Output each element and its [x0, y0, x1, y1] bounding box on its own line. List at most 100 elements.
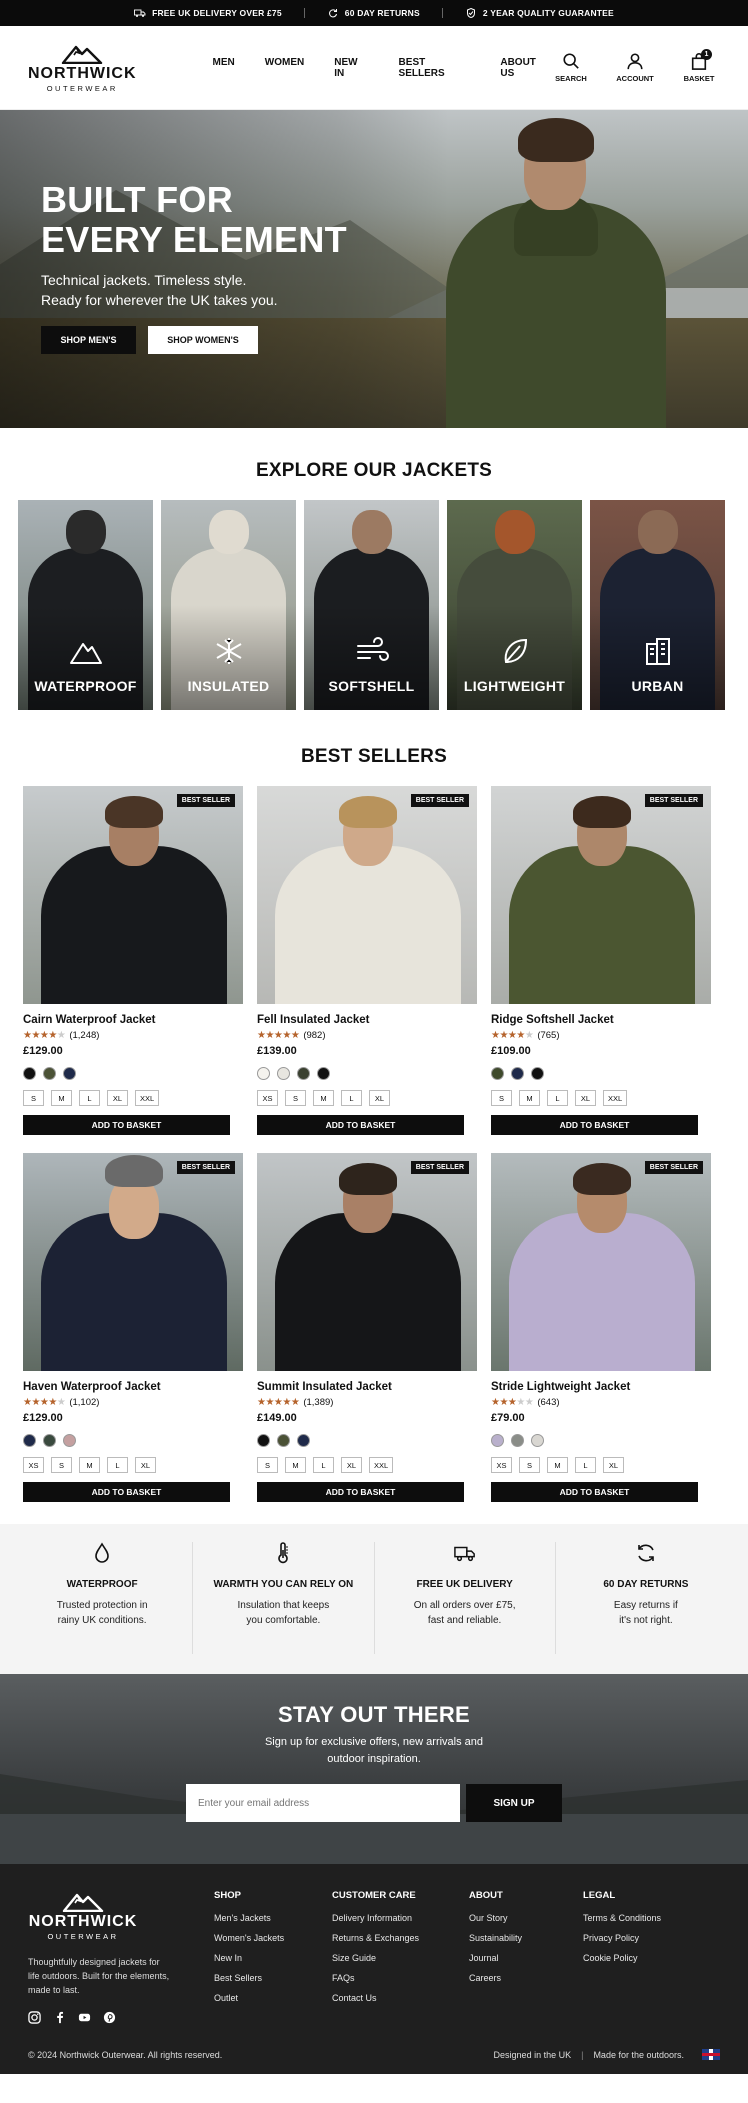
- footer-link[interactable]: Journal: [469, 1953, 583, 1963]
- product-card[interactable]: BEST SELLER Fell Insulated Jacket ★★★★★ …: [257, 786, 477, 1135]
- nav-new-in[interactable]: NEW IN: [334, 57, 368, 79]
- size-option[interactable]: L: [79, 1090, 100, 1106]
- product-name[interactable]: Ridge Softshell Jacket: [491, 1014, 711, 1026]
- product-image[interactable]: BEST SELLER: [257, 786, 477, 1004]
- product-image[interactable]: BEST SELLER: [491, 786, 711, 1004]
- size-option[interactable]: S: [519, 1457, 540, 1473]
- color-swatch[interactable]: [277, 1434, 290, 1447]
- product-image[interactable]: BEST SELLER: [491, 1153, 711, 1371]
- nav-men[interactable]: MEN: [213, 57, 235, 79]
- footer-link[interactable]: Size Guide: [332, 1953, 469, 1963]
- category-softshell[interactable]: SOFTSHELL: [304, 500, 439, 710]
- size-option[interactable]: XL: [575, 1090, 596, 1106]
- size-option[interactable]: S: [491, 1090, 512, 1106]
- size-option[interactable]: XXL: [369, 1457, 394, 1473]
- nav-women[interactable]: WOMEN: [265, 57, 304, 79]
- color-swatch[interactable]: [63, 1434, 76, 1447]
- category-insulated[interactable]: INSULATED: [161, 500, 296, 710]
- product-card[interactable]: BEST SELLER Haven Waterproof Jacket ★★★★…: [23, 1153, 243, 1502]
- size-option[interactable]: L: [341, 1090, 362, 1106]
- product-card[interactable]: BEST SELLER Summit Insulated Jacket ★★★★…: [257, 1153, 477, 1502]
- nav-about-us[interactable]: ABOUT US: [500, 57, 550, 79]
- color-swatch[interactable]: [511, 1067, 524, 1080]
- footer-link[interactable]: Cookie Policy: [583, 1953, 661, 1963]
- size-option[interactable]: L: [575, 1457, 596, 1473]
- product-image[interactable]: BEST SELLER: [23, 1153, 243, 1371]
- size-option[interactable]: S: [257, 1457, 278, 1473]
- category-lightweight[interactable]: LIGHTWEIGHT: [447, 500, 582, 710]
- size-option[interactable]: S: [51, 1457, 72, 1473]
- size-option[interactable]: XL: [107, 1090, 128, 1106]
- footer-link[interactable]: Delivery Information: [332, 1913, 469, 1923]
- size-option[interactable]: M: [519, 1090, 540, 1106]
- color-swatch[interactable]: [257, 1434, 270, 1447]
- product-name[interactable]: Summit Insulated Jacket: [257, 1381, 477, 1393]
- size-option[interactable]: XS: [23, 1457, 44, 1473]
- size-option[interactable]: M: [547, 1457, 568, 1473]
- add-to-basket-button[interactable]: ADD TO BASKET: [491, 1115, 698, 1135]
- product-image[interactable]: BEST SELLER: [23, 786, 243, 1004]
- size-option[interactable]: M: [313, 1090, 334, 1106]
- size-option[interactable]: XL: [603, 1457, 624, 1473]
- sign-up-button[interactable]: SIGN UP: [466, 1784, 562, 1822]
- footer-link[interactable]: Men's Jackets: [214, 1913, 332, 1923]
- product-name[interactable]: Haven Waterproof Jacket: [23, 1381, 243, 1393]
- footer-link[interactable]: Terms & Conditions: [583, 1913, 661, 1923]
- footer-link[interactable]: FAQs: [332, 1973, 469, 1983]
- footer-link[interactable]: Our Story: [469, 1913, 583, 1923]
- size-option[interactable]: M: [79, 1457, 100, 1473]
- product-card[interactable]: BEST SELLER Stride Lightweight Jacket ★★…: [491, 1153, 711, 1502]
- color-swatch[interactable]: [297, 1067, 310, 1080]
- color-swatch[interactable]: [531, 1434, 544, 1447]
- footer-link[interactable]: Contact Us: [332, 1993, 469, 2003]
- add-to-basket-button[interactable]: ADD TO BASKET: [23, 1115, 230, 1135]
- footer-link[interactable]: Returns & Exchanges: [332, 1933, 469, 1943]
- add-to-basket-button[interactable]: ADD TO BASKET: [23, 1482, 230, 1502]
- size-option[interactable]: M: [51, 1090, 72, 1106]
- footer-link[interactable]: Outlet: [214, 1993, 332, 2003]
- size-option[interactable]: XL: [135, 1457, 156, 1473]
- account-button[interactable]: ACCOUNT: [614, 52, 656, 83]
- product-name[interactable]: Cairn Waterproof Jacket: [23, 1014, 243, 1026]
- color-swatch[interactable]: [43, 1067, 56, 1080]
- size-option[interactable]: XS: [491, 1457, 512, 1473]
- product-image[interactable]: BEST SELLER: [257, 1153, 477, 1371]
- search-button[interactable]: SEARCH: [550, 52, 592, 83]
- add-to-basket-button[interactable]: ADD TO BASKET: [257, 1482, 464, 1502]
- footer-link[interactable]: Best Sellers: [214, 1973, 332, 1983]
- product-card[interactable]: BEST SELLER Ridge Softshell Jacket ★★★★★…: [491, 786, 711, 1135]
- shop-mens-button[interactable]: SHOP MEN'S: [41, 326, 136, 354]
- color-swatch[interactable]: [491, 1067, 504, 1080]
- color-swatch[interactable]: [23, 1434, 36, 1447]
- add-to-basket-button[interactable]: ADD TO BASKET: [257, 1115, 464, 1135]
- size-option[interactable]: XXL: [603, 1090, 628, 1106]
- size-option[interactable]: S: [285, 1090, 306, 1106]
- color-swatch[interactable]: [63, 1067, 76, 1080]
- size-option[interactable]: XS: [257, 1090, 278, 1106]
- facebook-icon[interactable]: [53, 2011, 66, 2024]
- footer-link[interactable]: Women's Jackets: [214, 1933, 332, 1943]
- size-option[interactable]: XL: [341, 1457, 362, 1473]
- color-swatch[interactable]: [491, 1434, 504, 1447]
- footer-link[interactable]: New In: [214, 1953, 332, 1963]
- basket-button[interactable]: 1 BASKET: [678, 49, 720, 83]
- footer-logo[interactable]: NORTHWICK OUTERWEAR: [28, 1890, 138, 1941]
- size-option[interactable]: L: [547, 1090, 568, 1106]
- category-waterproof[interactable]: WATERPROOF: [18, 500, 153, 710]
- color-swatch[interactable]: [23, 1067, 36, 1080]
- pinterest-icon[interactable]: [103, 2011, 116, 2024]
- add-to-basket-button[interactable]: ADD TO BASKET: [491, 1482, 698, 1502]
- category-urban[interactable]: URBAN: [590, 500, 725, 710]
- size-option[interactable]: L: [107, 1457, 128, 1473]
- youtube-icon[interactable]: [78, 2011, 91, 2024]
- size-option[interactable]: M: [285, 1457, 306, 1473]
- email-field[interactable]: [186, 1784, 460, 1822]
- color-swatch[interactable]: [511, 1434, 524, 1447]
- color-swatch[interactable]: [531, 1067, 544, 1080]
- instagram-icon[interactable]: [28, 2011, 41, 2024]
- brand-logo[interactable]: NORTHWICK OUTERWEAR: [28, 42, 137, 93]
- size-option[interactable]: XL: [369, 1090, 390, 1106]
- color-swatch[interactable]: [43, 1434, 56, 1447]
- size-option[interactable]: L: [313, 1457, 334, 1473]
- footer-link[interactable]: Privacy Policy: [583, 1933, 661, 1943]
